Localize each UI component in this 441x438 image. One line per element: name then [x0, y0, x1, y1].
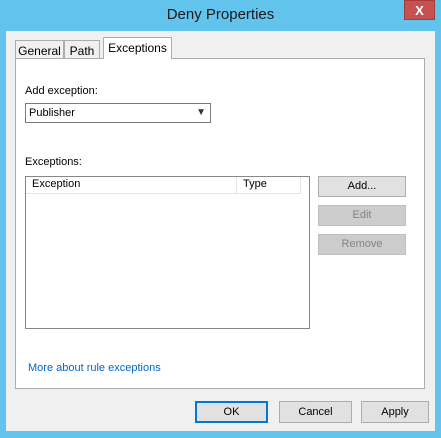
exceptions-label: Exceptions:: [25, 156, 82, 168]
exceptions-list-header: Exception Type: [26, 177, 301, 194]
dialog-client-area: General Path Exceptions Add exception: P…: [6, 31, 435, 431]
edit-exception-button[interactable]: Edit: [318, 205, 406, 226]
apply-button[interactable]: Apply: [361, 401, 429, 423]
remove-exception-button[interactable]: Remove: [318, 234, 406, 255]
close-button[interactable]: X: [404, 0, 435, 20]
column-header-exception[interactable]: Exception: [26, 177, 237, 193]
tab-general-label: General: [18, 44, 61, 58]
tab-exceptions-label: Exceptions: [108, 41, 167, 55]
window-title: Deny Properties: [166, 6, 275, 23]
tab-path[interactable]: Path: [64, 40, 100, 59]
exceptions-tab-panel: Add exception: Publisher ▼ Exceptions: E…: [15, 58, 425, 389]
tab-exceptions[interactable]: Exceptions: [103, 37, 172, 59]
close-icon: X: [415, 3, 424, 18]
tab-path-label: Path: [69, 44, 95, 58]
cancel-button[interactable]: Cancel: [279, 401, 352, 423]
add-exception-button[interactable]: Add...: [318, 176, 406, 197]
dialog-window: Deny Properties X General Path Exception…: [0, 0, 441, 438]
ok-button[interactable]: OK: [195, 401, 268, 423]
add-exception-label: Add exception:: [25, 85, 98, 97]
chevron-down-icon[interactable]: ▼: [196, 104, 206, 122]
column-header-type[interactable]: Type: [237, 177, 301, 193]
exceptions-list[interactable]: Exception Type: [25, 176, 310, 329]
title-bar[interactable]: Deny Properties X: [0, 0, 441, 31]
add-exception-dropdown[interactable]: Publisher ▼: [25, 103, 211, 123]
add-exception-value: Publisher: [29, 107, 75, 119]
tab-general[interactable]: General: [15, 40, 64, 59]
rule-exceptions-help-link[interactable]: More about rule exceptions: [28, 362, 161, 374]
